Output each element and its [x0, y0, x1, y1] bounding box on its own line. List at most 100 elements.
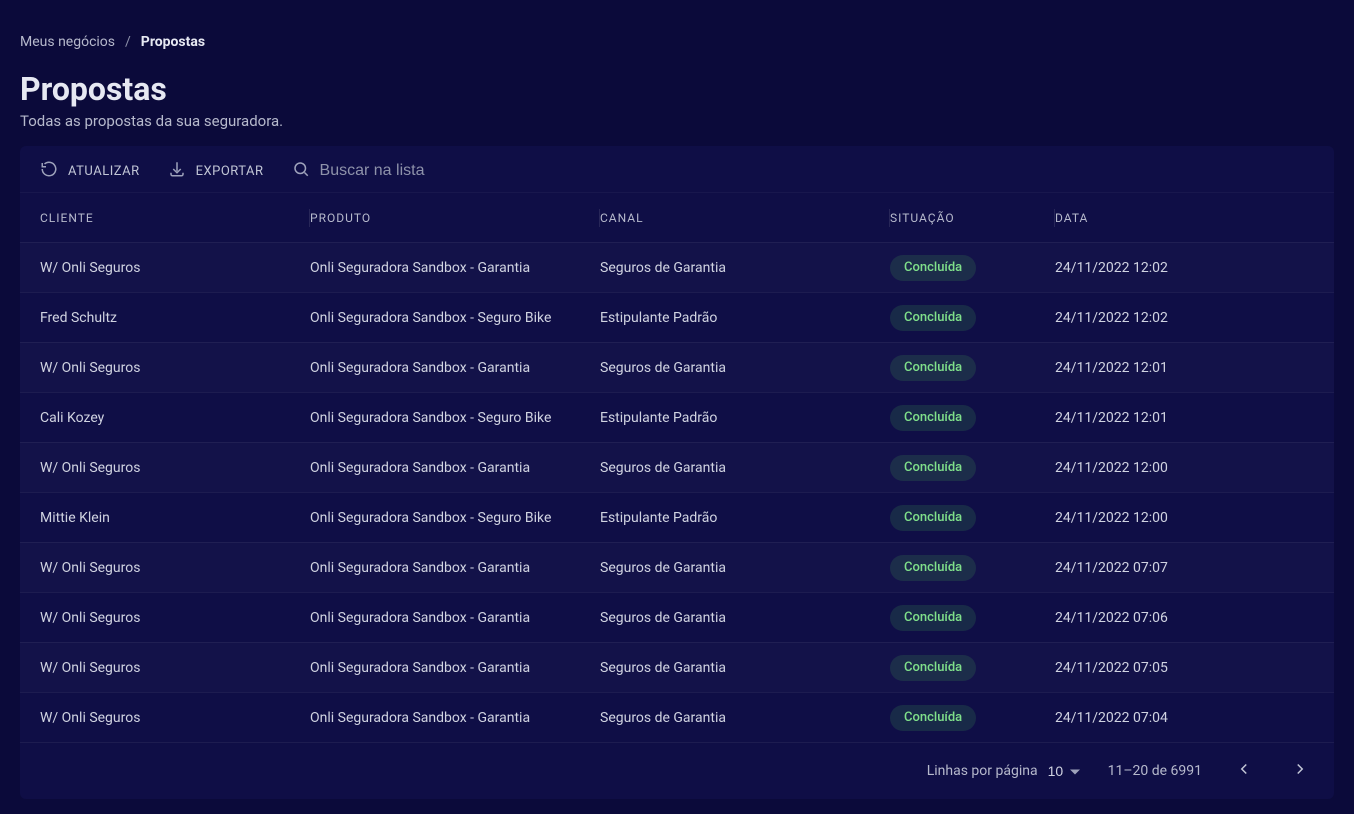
- cell-situacao: Concluída: [890, 405, 1055, 431]
- cell-data: 24/11/2022 07:04: [1055, 710, 1314, 726]
- breadcrumb-separator: /: [125, 34, 131, 50]
- cell-canal: Seguros de Garantia: [600, 560, 890, 576]
- toolbar: ATUALIZAR EXPORTAR: [20, 146, 1334, 192]
- cell-situacao: Concluída: [890, 505, 1055, 531]
- cell-produto: Onli Seguradora Sandbox - Garantia: [310, 710, 600, 726]
- table-row[interactable]: W/ Onli SegurosOnli Seguradora Sandbox -…: [20, 242, 1334, 292]
- rows-per-page-select[interactable]: 10: [1048, 763, 1080, 779]
- cell-produto: Onli Seguradora Sandbox - Garantia: [310, 260, 600, 276]
- cell-data: 24/11/2022 12:00: [1055, 460, 1314, 476]
- status-badge: Concluída: [890, 655, 976, 681]
- cell-data: 24/11/2022 07:05: [1055, 660, 1314, 676]
- cell-situacao: Concluída: [890, 705, 1055, 731]
- proposals-card: ATUALIZAR EXPORTAR CLIENTE PRODUTO CANAL…: [20, 146, 1334, 799]
- th-canal[interactable]: CANAL: [600, 211, 890, 225]
- table-row[interactable]: W/ Onli SegurosOnli Seguradora Sandbox -…: [20, 442, 1334, 492]
- status-badge: Concluída: [890, 305, 976, 331]
- next-page-button[interactable]: [1286, 757, 1314, 785]
- cell-data: 24/11/2022 12:02: [1055, 260, 1314, 276]
- download-icon: [168, 160, 186, 182]
- refresh-button[interactable]: ATUALIZAR: [40, 160, 140, 182]
- status-badge: Concluída: [890, 355, 976, 381]
- status-badge: Concluída: [890, 455, 976, 481]
- cell-cliente: Mittie Klein: [40, 510, 310, 526]
- table-body: W/ Onli SegurosOnli Seguradora Sandbox -…: [20, 242, 1334, 742]
- cell-cliente: W/ Onli Seguros: [40, 660, 310, 676]
- cell-cliente: Fred Schultz: [40, 310, 310, 326]
- page-subtitle: Todas as propostas da sua seguradora.: [20, 112, 1334, 130]
- cell-canal: Estipulante Padrão: [600, 510, 890, 526]
- breadcrumb-root[interactable]: Meus negócios: [20, 34, 115, 50]
- cell-data: 24/11/2022 07:07: [1055, 560, 1314, 576]
- table-row[interactable]: Cali KozeyOnli Seguradora Sandbox - Segu…: [20, 392, 1334, 442]
- breadcrumb-current: Propostas: [141, 34, 205, 50]
- cell-canal: Seguros de Garantia: [600, 260, 890, 276]
- search: [292, 160, 540, 182]
- export-button[interactable]: EXPORTAR: [168, 160, 264, 182]
- table-row[interactable]: W/ Onli SegurosOnli Seguradora Sandbox -…: [20, 692, 1334, 742]
- cell-cliente: Cali Kozey: [40, 410, 310, 426]
- cell-situacao: Concluída: [890, 555, 1055, 581]
- status-badge: Concluída: [890, 255, 976, 281]
- cell-produto: Onli Seguradora Sandbox - Garantia: [310, 610, 600, 626]
- breadcrumb: Meus negócios / Propostas: [20, 20, 1334, 60]
- cell-situacao: Concluída: [890, 655, 1055, 681]
- th-data[interactable]: DATA: [1055, 211, 1314, 225]
- cell-produto: Onli Seguradora Sandbox - Garantia: [310, 360, 600, 376]
- cell-cliente: W/ Onli Seguros: [40, 560, 310, 576]
- cell-situacao: Concluída: [890, 455, 1055, 481]
- cell-cliente: W/ Onli Seguros: [40, 710, 310, 726]
- cell-canal: Estipulante Padrão: [600, 410, 890, 426]
- search-input[interactable]: [320, 162, 540, 180]
- cell-produto: Onli Seguradora Sandbox - Garantia: [310, 660, 600, 676]
- chevron-right-icon: [1291, 760, 1309, 782]
- cell-canal: Seguros de Garantia: [600, 660, 890, 676]
- status-badge: Concluída: [890, 605, 976, 631]
- search-icon: [292, 160, 310, 182]
- page-title: Propostas: [20, 70, 1334, 108]
- export-label: EXPORTAR: [196, 164, 264, 179]
- th-situacao[interactable]: SITUAÇÃO: [890, 211, 1055, 225]
- cell-cliente: W/ Onli Seguros: [40, 360, 310, 376]
- cell-situacao: Concluída: [890, 355, 1055, 381]
- cell-data: 24/11/2022 12:01: [1055, 360, 1314, 376]
- th-cliente[interactable]: CLIENTE: [40, 211, 310, 225]
- table-footer: Linhas por página 10 11–20 de 6991: [20, 742, 1334, 799]
- table-row[interactable]: W/ Onli SegurosOnli Seguradora Sandbox -…: [20, 542, 1334, 592]
- cell-canal: Seguros de Garantia: [600, 460, 890, 476]
- cell-situacao: Concluída: [890, 305, 1055, 331]
- cell-produto: Onli Seguradora Sandbox - Garantia: [310, 560, 600, 576]
- rows-per-page: Linhas por página 10: [927, 763, 1080, 779]
- refresh-label: ATUALIZAR: [68, 164, 140, 179]
- cell-data: 24/11/2022 12:02: [1055, 310, 1314, 326]
- refresh-icon: [40, 160, 58, 182]
- cell-cliente: W/ Onli Seguros: [40, 260, 310, 276]
- cell-canal: Seguros de Garantia: [600, 710, 890, 726]
- cell-cliente: W/ Onli Seguros: [40, 460, 310, 476]
- cell-canal: Estipulante Padrão: [600, 310, 890, 326]
- status-badge: Concluída: [890, 405, 976, 431]
- cell-situacao: Concluída: [890, 255, 1055, 281]
- table-row[interactable]: Mittie KleinOnli Seguradora Sandbox - Se…: [20, 492, 1334, 542]
- prev-page-button[interactable]: [1230, 757, 1258, 785]
- th-produto[interactable]: PRODUTO: [310, 211, 600, 225]
- status-badge: Concluída: [890, 555, 976, 581]
- status-badge: Concluída: [890, 505, 976, 531]
- cell-cliente: W/ Onli Seguros: [40, 610, 310, 626]
- cell-produto: Onli Seguradora Sandbox - Seguro Bike: [310, 410, 600, 426]
- cell-produto: Onli Seguradora Sandbox - Seguro Bike: [310, 510, 600, 526]
- table-row[interactable]: W/ Onli SegurosOnli Seguradora Sandbox -…: [20, 342, 1334, 392]
- table-row[interactable]: W/ Onli SegurosOnli Seguradora Sandbox -…: [20, 592, 1334, 642]
- cell-canal: Seguros de Garantia: [600, 610, 890, 626]
- cell-produto: Onli Seguradora Sandbox - Seguro Bike: [310, 310, 600, 326]
- rows-per-page-label: Linhas por página: [927, 763, 1038, 779]
- cell-data: 24/11/2022 07:06: [1055, 610, 1314, 626]
- cell-data: 24/11/2022 12:01: [1055, 410, 1314, 426]
- table-row[interactable]: W/ Onli SegurosOnli Seguradora Sandbox -…: [20, 642, 1334, 692]
- table-row[interactable]: Fred SchultzOnli Seguradora Sandbox - Se…: [20, 292, 1334, 342]
- cell-data: 24/11/2022 12:00: [1055, 510, 1314, 526]
- table-header: CLIENTE PRODUTO CANAL SITUAÇÃO DATA: [20, 192, 1334, 242]
- cell-produto: Onli Seguradora Sandbox - Garantia: [310, 460, 600, 476]
- pagination-range: 11–20 de 6991: [1108, 763, 1202, 779]
- cell-situacao: Concluída: [890, 605, 1055, 631]
